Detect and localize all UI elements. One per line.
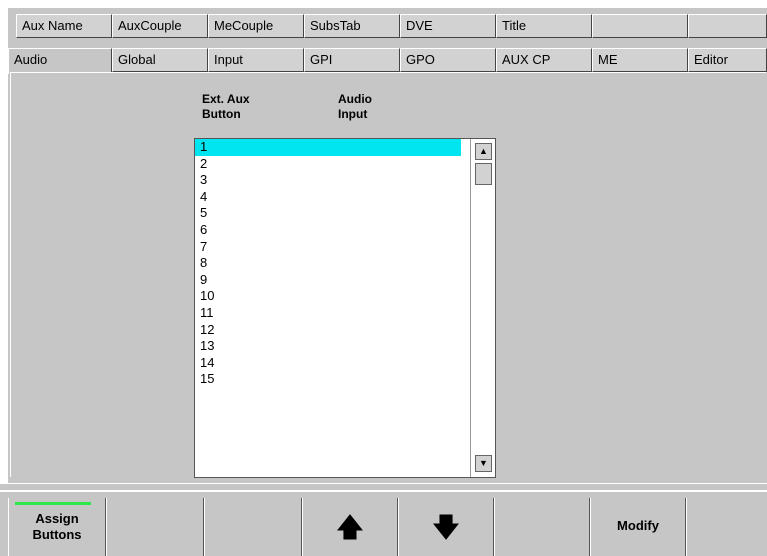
tab-subs-tab[interactable]: SubsTab [304, 14, 400, 38]
list-item[interactable]: 10 [195, 288, 461, 305]
tab-aux-name[interactable]: Aux Name [16, 14, 112, 38]
divider [0, 490, 767, 492]
scrollbar[interactable]: ▲ ▼ [470, 139, 495, 477]
assign-label-line1: Assign [35, 511, 79, 526]
tab-aux-couple[interactable]: AuxCouple [112, 14, 208, 38]
list-item[interactable]: 15 [195, 371, 461, 388]
list-item[interactable]: 1 [195, 139, 461, 156]
tab-gpi[interactable]: GPI [304, 48, 400, 72]
tab-dve[interactable]: DVE [400, 14, 496, 38]
assign-label-line2: Buttons [32, 527, 82, 542]
list-item[interactable]: 8 [195, 255, 461, 272]
list-item[interactable]: 7 [195, 239, 461, 256]
column-header-line: Input [338, 107, 368, 121]
active-indicator [15, 502, 91, 505]
scroll-up-button[interactable]: ▲ [475, 143, 492, 160]
scroll-thumb[interactable] [475, 163, 492, 185]
tab-empty-2[interactable] [688, 14, 767, 38]
list-item[interactable]: 13 [195, 338, 461, 355]
list-item[interactable]: 11 [195, 305, 461, 322]
down-arrow-icon: 🡇 [432, 512, 460, 542]
list-item[interactable]: 3 [195, 172, 461, 189]
tab-aux-cp[interactable]: AUX CP [496, 48, 592, 72]
list-item[interactable]: 4 [195, 189, 461, 206]
list-item[interactable]: 12 [195, 322, 461, 339]
list-item[interactable]: 5 [195, 205, 461, 222]
move-down-button[interactable]: 🡇 [398, 498, 494, 556]
move-up-button[interactable]: 🡅 [302, 498, 398, 556]
aux-button-list[interactable]: 1 2 3 4 5 6 7 8 9 10 11 12 13 14 15 ▲ ▼ [194, 138, 496, 478]
tab-empty-1[interactable] [592, 14, 688, 38]
modify-label: Modify [617, 518, 659, 533]
tab-title[interactable]: Title [496, 14, 592, 38]
list-item[interactable]: 6 [195, 222, 461, 239]
list-item[interactable]: 14 [195, 355, 461, 372]
assign-buttons-button[interactable]: Assign Buttons [8, 498, 106, 556]
tab-gpo[interactable]: GPO [400, 48, 496, 72]
tab-audio[interactable]: Audio [8, 48, 112, 74]
column-header-ext-aux-button: Ext. Aux Button [202, 92, 250, 122]
tab-me[interactable]: ME [592, 48, 688, 72]
triangle-up-icon: ▲ [479, 146, 488, 156]
function-button-empty-2[interactable] [204, 498, 302, 556]
column-header-line: Button [202, 107, 241, 121]
list-item[interactable]: 2 [195, 156, 461, 173]
tab-editor[interactable]: Editor [688, 48, 767, 72]
modify-button[interactable]: Modify [590, 498, 686, 556]
tab-input[interactable]: Input [208, 48, 304, 72]
table-header: Ext. Aux Button Audio Input [194, 90, 496, 136]
function-button-bar: Assign Buttons 🡅 🡇 Modify [0, 484, 767, 556]
column-header-line: Audio [338, 92, 372, 106]
function-button-empty-3[interactable] [494, 498, 590, 556]
column-header-audio-input: Audio Input [338, 92, 372, 122]
column-header-line: Ext. Aux [202, 92, 250, 106]
tab-global[interactable]: Global [112, 48, 208, 72]
list-item[interactable]: 9 [195, 272, 461, 289]
function-button-empty-1[interactable] [106, 498, 204, 556]
scroll-down-button[interactable]: ▼ [475, 455, 492, 472]
triangle-down-icon: ▼ [479, 458, 488, 468]
tab-me-couple[interactable]: MeCouple [208, 14, 304, 38]
function-button-empty-4[interactable] [686, 498, 767, 556]
list-rows: 1 2 3 4 5 6 7 8 9 10 11 12 13 14 15 [195, 139, 495, 388]
up-arrow-icon: 🡅 [336, 512, 364, 542]
